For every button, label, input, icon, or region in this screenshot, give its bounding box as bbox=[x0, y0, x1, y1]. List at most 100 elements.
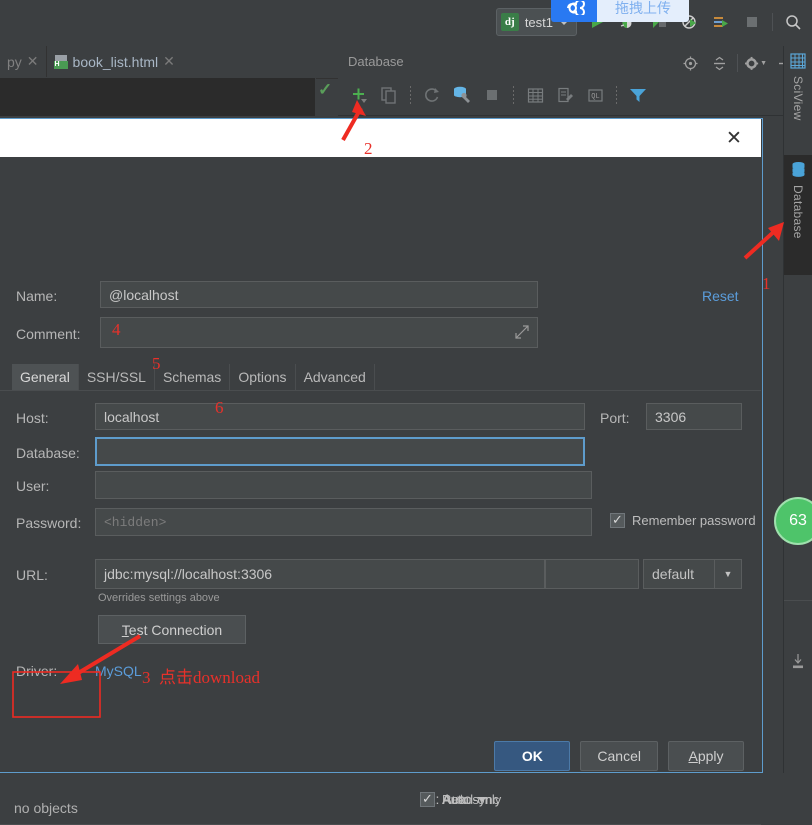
status-badge[interactable]: 63 bbox=[774, 497, 812, 545]
url-scheme-select[interactable]: default ▼ bbox=[643, 559, 742, 589]
svg-text:QL: QL bbox=[591, 93, 599, 101]
refresh-icon[interactable] bbox=[419, 82, 445, 108]
toolbar-divider bbox=[513, 86, 514, 104]
tab-general[interactable]: General bbox=[12, 364, 79, 390]
annotation-number-6: 6 bbox=[215, 398, 224, 418]
stop-icon[interactable] bbox=[479, 82, 505, 108]
chevron-down-icon: ▼ bbox=[714, 560, 741, 588]
checkbox-icon: ✓ bbox=[610, 513, 625, 528]
properties-icon[interactable] bbox=[449, 82, 475, 108]
close-icon[interactable]: ✕ bbox=[724, 128, 744, 148]
filter-icon[interactable] bbox=[625, 82, 651, 108]
editor-tab-py[interactable]: py ✕ bbox=[0, 46, 46, 77]
grid-icon bbox=[790, 53, 806, 72]
password-placeholder: <hidden> bbox=[104, 515, 166, 530]
remember-password-checkbox[interactable]: ✓ Remember password bbox=[610, 513, 756, 528]
driver-label: Driver: bbox=[16, 663, 57, 679]
gear-icon[interactable]: ▼ bbox=[745, 52, 767, 74]
database-toolbar: QL bbox=[346, 82, 651, 108]
name-label: Name: bbox=[16, 288, 57, 304]
annotation-number-3: 3 点击download bbox=[142, 663, 260, 688]
database-label: Database: bbox=[16, 445, 80, 461]
import-icon[interactable] bbox=[788, 652, 808, 674]
user-input[interactable] bbox=[95, 471, 592, 499]
status-badge-value: 63 bbox=[789, 512, 807, 530]
duplicate-icon[interactable] bbox=[376, 82, 402, 108]
editor-tab-py-label: py bbox=[7, 54, 22, 70]
sql-console-icon[interactable]: QL bbox=[582, 82, 608, 108]
tab-advanced[interactable]: Advanced bbox=[296, 364, 375, 390]
url-extra-input[interactable] bbox=[545, 559, 639, 589]
toolbar-divider bbox=[772, 13, 773, 31]
url-input[interactable]: jdbc:mysql://localhost:3306 bbox=[95, 559, 545, 589]
edit-data-icon[interactable] bbox=[552, 82, 578, 108]
editor-tab-book-list[interactable]: H book_list.html ✕ bbox=[46, 46, 182, 77]
url-label: URL: bbox=[16, 567, 48, 583]
database-panel-header-actions: ▼ bbox=[679, 52, 796, 74]
cancel-button[interactable]: Cancel bbox=[580, 741, 658, 771]
ide-main-toolbar: dj test1 bbox=[0, 0, 812, 46]
panel-divider bbox=[338, 115, 784, 116]
tab-ssh-ssl[interactable]: SSH/SSL bbox=[79, 364, 155, 390]
tab-options[interactable]: Options bbox=[230, 364, 295, 390]
django-icon: dj bbox=[501, 13, 519, 31]
infinity-icon bbox=[551, 0, 597, 22]
no-objects-label: no objects bbox=[14, 800, 78, 816]
remember-password-label: Remember password bbox=[632, 513, 756, 528]
database-panel-title: Database bbox=[348, 54, 404, 69]
dialog-title-bar bbox=[0, 119, 761, 157]
target-icon[interactable] bbox=[679, 52, 701, 74]
password-input[interactable]: <hidden> bbox=[95, 508, 592, 536]
data-sources-dialog: ✕ Name: @localhost Reset Comment: Genera… bbox=[0, 118, 763, 773]
driver-link[interactable]: MySQL bbox=[95, 663, 142, 679]
drag-upload-label: 拖拽上传 bbox=[597, 0, 689, 22]
close-icon[interactable]: ✕ bbox=[27, 53, 39, 70]
header-divider bbox=[737, 54, 738, 72]
add-icon[interactable] bbox=[346, 82, 372, 108]
host-label: Host: bbox=[16, 410, 49, 426]
ok-button[interactable]: OK bbox=[494, 741, 570, 771]
host-input-value: localhost bbox=[104, 409, 159, 425]
port-input[interactable]: 3306 bbox=[646, 403, 742, 430]
sidebar-item-sciview[interactable]: SciView bbox=[784, 47, 812, 155]
build-icon[interactable] bbox=[710, 11, 732, 33]
dialog-tab-bar: General SSH/SSL Schemas Options Advanced bbox=[12, 364, 375, 390]
collapse-icon[interactable] bbox=[708, 52, 730, 74]
expand-icon[interactable] bbox=[515, 325, 530, 340]
html-file-icon: H bbox=[54, 55, 68, 69]
apply-button[interactable]: Apply bbox=[668, 741, 744, 771]
close-icon[interactable]: ✕ bbox=[163, 53, 175, 70]
checkbox-icon: ✓ bbox=[420, 792, 435, 807]
table-icon[interactable] bbox=[522, 82, 548, 108]
tab-underline bbox=[0, 390, 761, 391]
comment-input[interactable] bbox=[100, 317, 538, 348]
name-input-value: @localhost bbox=[109, 287, 178, 303]
inspection-ok-icon: ✓ bbox=[318, 80, 338, 100]
port-input-value: 3306 bbox=[655, 409, 686, 425]
password-label: Password: bbox=[16, 515, 81, 531]
comment-label: Comment: bbox=[16, 326, 81, 342]
sidebar-item-sciview-label: SciView bbox=[791, 76, 805, 121]
test-connection-button[interactable]: Test Connection bbox=[98, 615, 246, 644]
auto-sync-label: Auto sync bbox=[442, 792, 499, 807]
url-scheme-value: default bbox=[644, 566, 714, 582]
annotation-number-1: 1 bbox=[762, 274, 771, 294]
reset-link[interactable]: Reset bbox=[702, 288, 739, 304]
tab-schemas[interactable]: Schemas bbox=[155, 364, 230, 390]
auto-sync-checkbox[interactable]: ✓ Auto sync bbox=[420, 792, 499, 807]
search-icon[interactable] bbox=[782, 11, 804, 33]
editor-tab-book-list-label: book_list.html bbox=[73, 54, 159, 70]
stripe-divider bbox=[784, 600, 812, 601]
test-connection-label: Test Connection bbox=[122, 622, 222, 638]
name-input[interactable]: @localhost bbox=[100, 281, 538, 308]
drag-upload-badge[interactable]: 拖拽上传 bbox=[551, 0, 689, 22]
url-hint: Overrides settings above bbox=[98, 592, 220, 604]
user-label: User: bbox=[16, 478, 49, 494]
sidebar-item-database-label: Database bbox=[791, 185, 805, 239]
url-input-value: jdbc:mysql://localhost:3306 bbox=[104, 566, 272, 582]
database-input[interactable] bbox=[95, 437, 585, 466]
stop-icon[interactable] bbox=[741, 11, 763, 33]
dialog-button-bar: OK Cancel Apply bbox=[494, 741, 744, 771]
host-input[interactable]: localhost bbox=[95, 403, 585, 430]
sidebar-item-database[interactable]: Database bbox=[784, 155, 812, 275]
